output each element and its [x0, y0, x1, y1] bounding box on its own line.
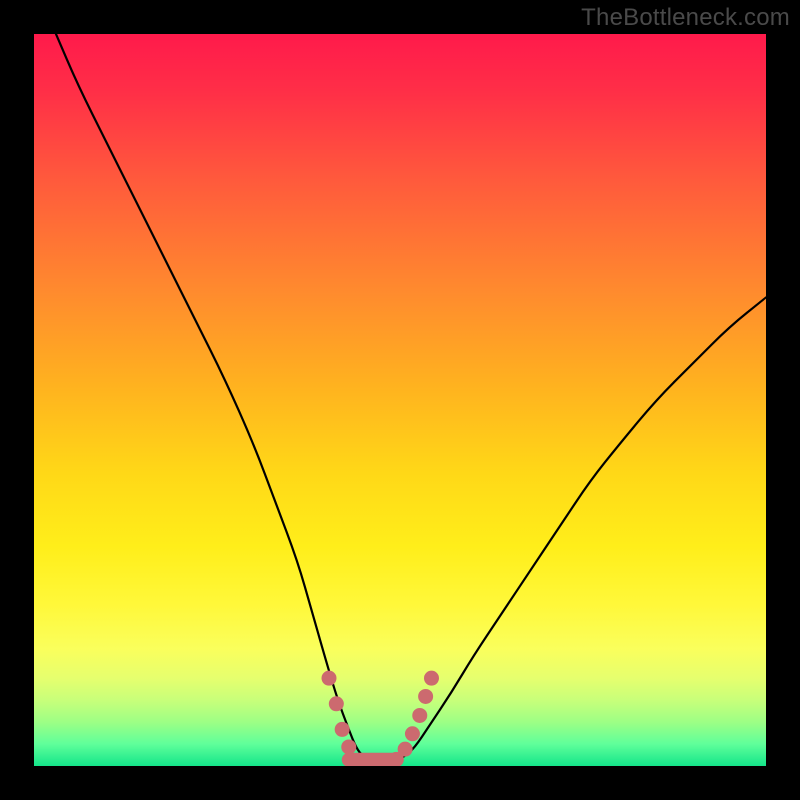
curve-layer [34, 34, 766, 766]
plot-area [34, 34, 766, 766]
marker-dot [405, 726, 420, 741]
marker-dot [398, 742, 413, 757]
marker-dot [335, 722, 350, 737]
chart-frame: TheBottleneck.com [0, 0, 800, 800]
marker-group [322, 671, 439, 766]
marker-dot [341, 739, 356, 754]
marker-dot [418, 689, 433, 704]
marker-dot [322, 671, 337, 686]
marker-dot [424, 671, 439, 686]
marker-dot [412, 708, 427, 723]
bottleneck-curve [56, 34, 766, 762]
watermark-text: TheBottleneck.com [581, 4, 790, 32]
marker-dot [329, 696, 344, 711]
